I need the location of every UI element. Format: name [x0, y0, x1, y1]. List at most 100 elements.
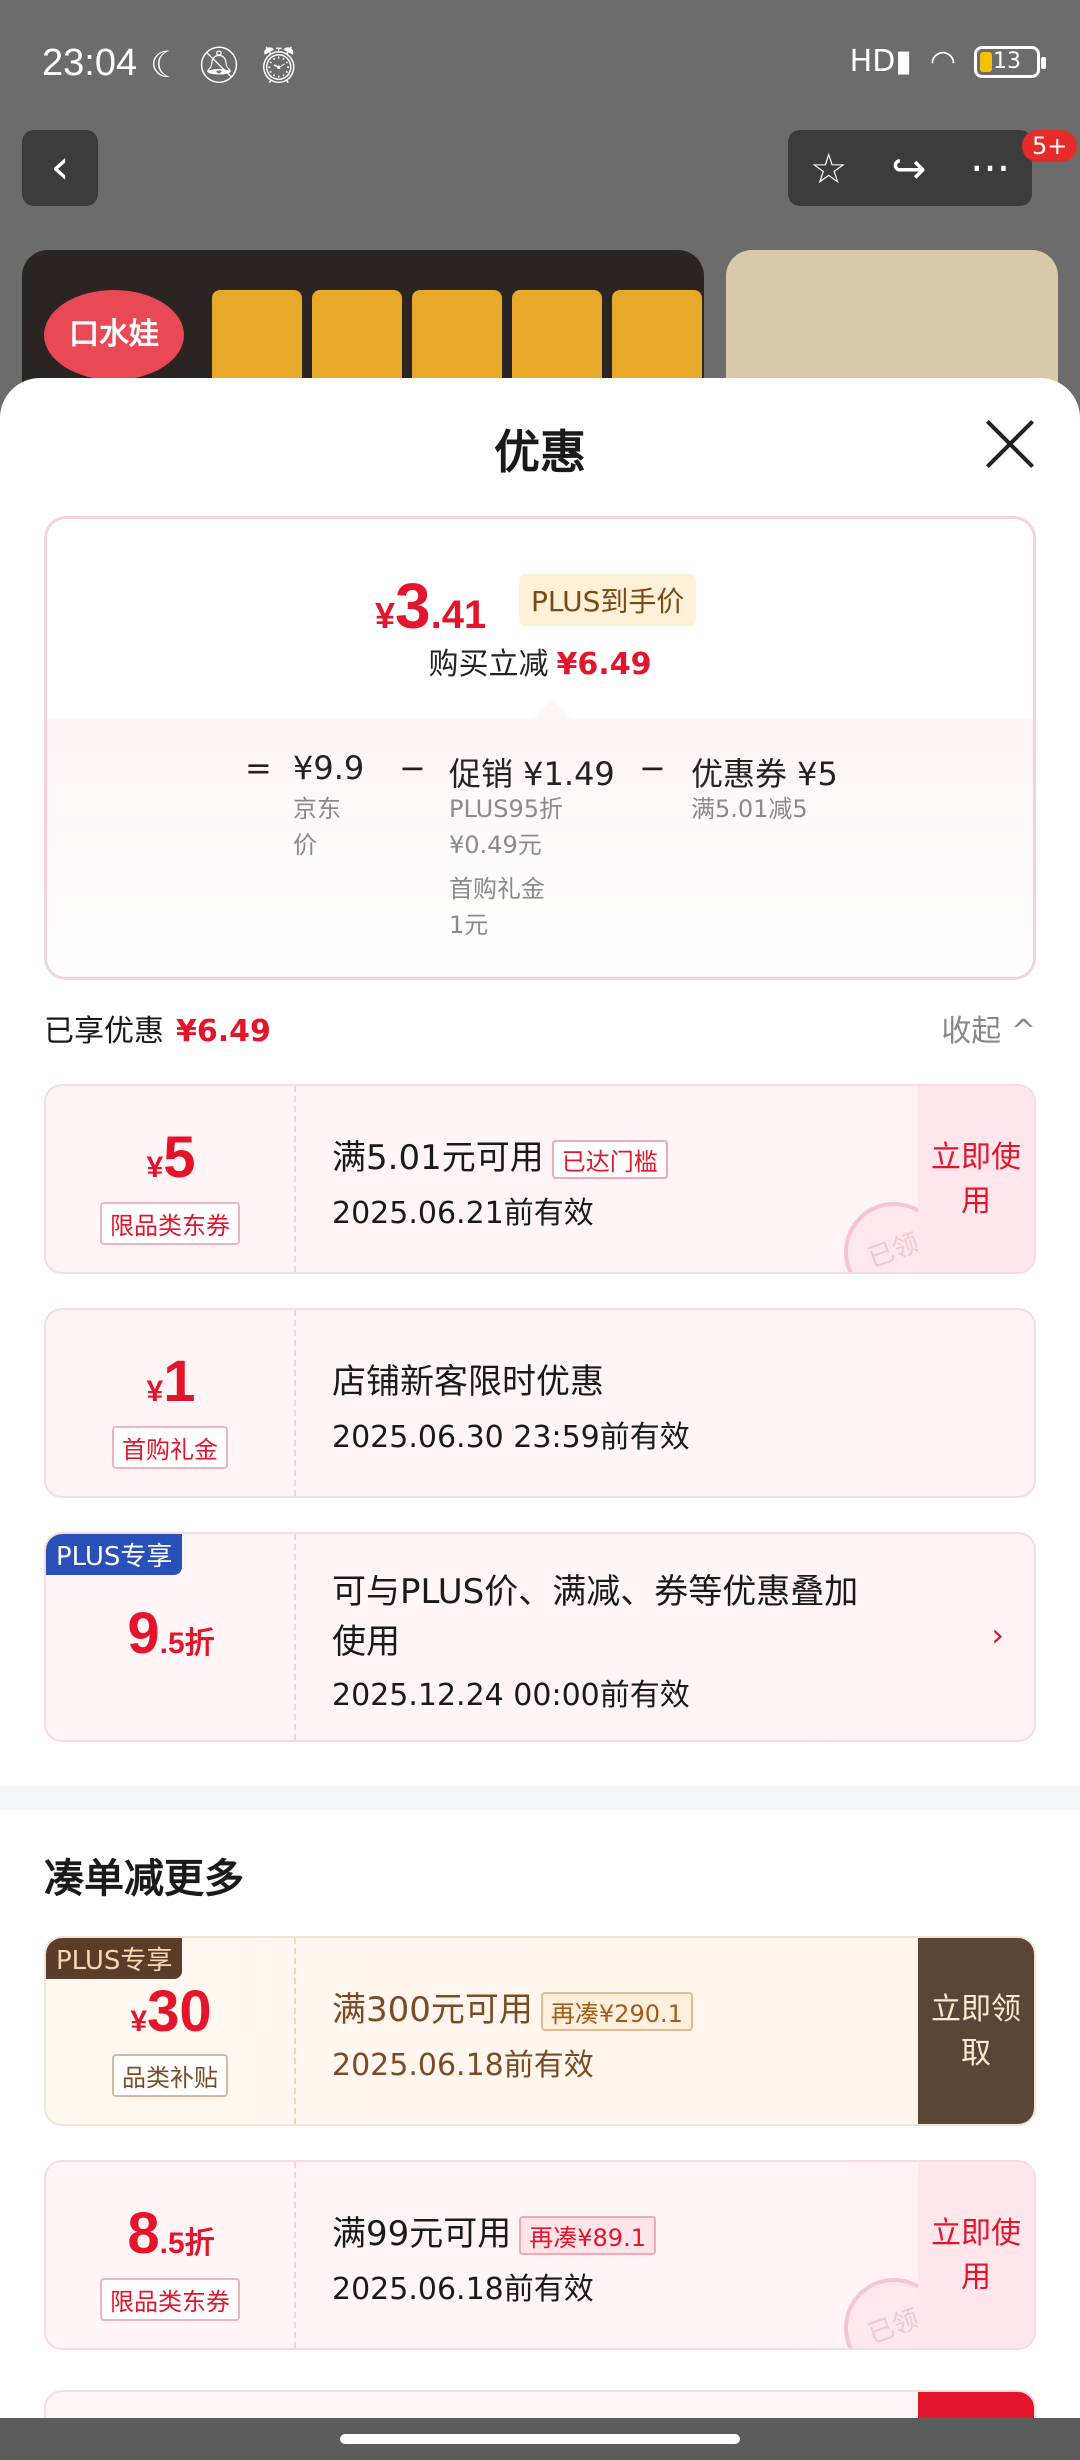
nav-actions: ☆ ↪ ···	[788, 130, 1032, 206]
coupon-number: 1	[163, 1349, 196, 1414]
home-indicator[interactable]	[340, 2434, 740, 2444]
star-icon[interactable]: ☆	[810, 144, 848, 193]
coupon-expiry: 2025.06.21前有效	[332, 1196, 594, 1231]
price-decimal: .41	[430, 593, 487, 637]
promo-detail-gift: 首购礼金	[449, 875, 545, 903]
threshold-reached-tag: 已达门槛	[551, 1140, 668, 1179]
need-more-tag: 再凑¥290.1	[540, 1992, 693, 2031]
moon-icon: ☾	[150, 45, 197, 86]
enjoyed-label: 已享优惠	[44, 1014, 164, 1049]
status-left-icons: ☾🔕︎⏰︎	[150, 44, 316, 86]
coupon-value: 8.5折 限品类东券	[46, 2162, 296, 2348]
status-right-icons: HD▮ ◠ 13	[849, 44, 1046, 79]
battery-icon: 13	[974, 45, 1046, 78]
coupon-number: 30	[147, 1979, 212, 2044]
base-price-label: 京东价	[293, 795, 341, 859]
plus-exclusive-tag: PLUS专享	[46, 1534, 183, 1575]
discount-suffix: .5折	[159, 2227, 215, 2260]
coupon-condition: 店铺新客限时优惠	[332, 1362, 604, 1402]
minus-sign: −	[639, 749, 666, 787]
need-more-tag: 再凑¥89.1	[519, 2216, 656, 2255]
enjoyed-amount: ¥6.49	[176, 1014, 271, 1049]
hd-signal-icon: HD▮	[849, 44, 912, 79]
base-price: ¥9.9	[293, 749, 365, 787]
final-price: ¥3.41	[375, 569, 486, 643]
close-icon[interactable]	[984, 418, 1036, 470]
currency-symbol: ¥	[375, 595, 396, 636]
coupon-amount: 9.5折	[46, 1600, 296, 1667]
coupon-type-tag: 限品类东券	[100, 1202, 240, 1245]
promo-detail-plus: PLUS95折	[449, 795, 563, 823]
promo-detail-plus-amount: ¥0.49元	[449, 831, 542, 859]
coupon-condition: 满300元可用 再凑¥290.1	[332, 1982, 693, 2031]
equals-sign: =	[245, 749, 272, 787]
coupon-detail: 满5.01减5	[691, 795, 808, 823]
coupon-card: ¥30 品类补贴 PLUS专享 满300元可用 再凑¥290.1 2025.06.…	[44, 1936, 1036, 2126]
coupon-condition-line2: 使用	[332, 1622, 400, 1662]
coupon-expiry: 2025.06.18前有效	[332, 2048, 594, 2083]
coupon-value: ¥1 首购礼金	[46, 1310, 296, 1496]
coupon-condition: 满5.01元可用 已达门槛	[332, 1130, 668, 1179]
coupon-expiry: 2025.12.24 00:00前有效	[332, 1678, 690, 1713]
more-icon[interactable]: ···	[970, 144, 1010, 193]
use-now-button[interactable]: 立即使用	[918, 1086, 1034, 1272]
currency-symbol: ¥	[146, 1151, 164, 1184]
message-badge: 5+	[1022, 130, 1078, 162]
alarm-icon: ⏰︎	[255, 45, 316, 86]
bell-off-icon: 🔕︎	[196, 45, 256, 86]
coupon-amount: 优惠券 ¥5	[691, 755, 838, 793]
coupon-card: ¥1 首购礼金 店铺新客限时优惠 2025.06.30 23:59前有效	[44, 1308, 1036, 1498]
collapse-button[interactable]: 收起 ^	[941, 1006, 1036, 1050]
claim-now-button[interactable]: 立即领取	[918, 1938, 1034, 2124]
coupon-number: 5	[163, 1125, 196, 1190]
coupon-number: 9	[127, 1601, 160, 1666]
share-icon[interactable]: ↪	[891, 144, 926, 193]
price-summary: ¥3.41 PLUS到手价 购买立减 ¥6.49	[47, 519, 1033, 719]
currency-symbol: ¥	[146, 1375, 164, 1408]
reduce-label: 购买立减	[428, 647, 549, 682]
coupon-condition: 满99元可用 再凑¥89.1	[332, 2206, 656, 2255]
coupon-type-tag: 首购礼金	[112, 1426, 228, 1469]
sheet-title: 优惠	[494, 425, 586, 479]
price-breakdown-card: ¥3.41 PLUS到手价 购买立减 ¥6.49 = ¥9.9 京东价 − 促销 …	[44, 516, 1036, 980]
price-integer: 3	[395, 570, 431, 642]
coupon-expiry: 2025.06.30 23:59前有效	[332, 1420, 690, 1455]
coupon-amount: ¥1	[46, 1348, 296, 1415]
coupon-card: ¥5 限品类东券 满5.01元可用 已达门槛 2025.06.21前有效 已领 立…	[44, 1084, 1036, 1274]
reduce-amount: ¥6.49	[556, 647, 652, 682]
coupon-type-tag: 限品类东券	[100, 2278, 240, 2321]
plus-price-tag: PLUS到手价	[519, 574, 697, 626]
price-formula: = ¥9.9 京东价 − 促销 ¥1.49 PLUS95折 ¥0.49元 首购礼…	[47, 719, 1033, 977]
chevron-right-icon: ›	[991, 1616, 1004, 1654]
currency-symbol: ¥	[130, 2005, 148, 2038]
coupon-type-tag: 品类补贴	[112, 2054, 228, 2097]
coupon-condition-text: 满99元可用	[332, 2214, 512, 2254]
discount-sheet: 优惠 ¥3.41 PLUS到手价 购买立减 ¥6.49 = ¥9.9 京东价 − …	[0, 378, 1080, 2460]
status-bar: 23:04 ☾🔕︎⏰︎ HD▮ ◠ 13	[0, 0, 1080, 130]
coupon-amount: ¥5	[46, 1124, 296, 1191]
brand-logo: 口水娃	[44, 290, 184, 380]
chevron-left-icon: ‹	[50, 139, 70, 195]
coupon-condition-line1: 可与PLUS价、满减、券等优惠叠加	[332, 1572, 859, 1612]
coupon-card: 8.5折 限品类东券 满99元可用 再凑¥89.1 2025.06.18前有效 已…	[44, 2160, 1036, 2350]
coupon-value: ¥5 限品类东券	[46, 1086, 296, 1272]
plus-discount-card[interactable]: 9.5折 PLUS专享 可与PLUS价、满减、券等优惠叠加 使用 2025.12…	[44, 1532, 1036, 1742]
discount-suffix: .5折	[159, 1627, 215, 1660]
coupon-amount: 8.5折	[46, 2200, 296, 2267]
coupon-condition-text: 满5.01元可用	[332, 1138, 544, 1178]
enjoyed-discount-row: 已享优惠 ¥6.49 收起 ^	[44, 1006, 1036, 1056]
reduce-line: 购买立减 ¥6.49	[47, 639, 1033, 683]
promo-amount: 促销 ¥1.49	[449, 755, 615, 793]
coupon-expiry: 2025.06.18前有效	[332, 2272, 594, 2307]
wifi-icon: ◠	[929, 44, 956, 79]
promo-detail-gift-amount: 1元	[449, 911, 489, 939]
plus-exclusive-tag: PLUS专享	[46, 1938, 183, 1979]
back-button[interactable]: ‹	[22, 130, 98, 206]
status-time: 23:04	[42, 42, 138, 84]
more-discounts-title: 凑单减更多	[44, 1856, 244, 1902]
coupon-amount: ¥30	[46, 1978, 296, 2045]
section-divider	[0, 1786, 1080, 1810]
minus-sign: −	[399, 749, 426, 787]
coupon-number: 8	[127, 2201, 160, 2266]
use-now-button[interactable]: 立即使用	[918, 2162, 1034, 2348]
